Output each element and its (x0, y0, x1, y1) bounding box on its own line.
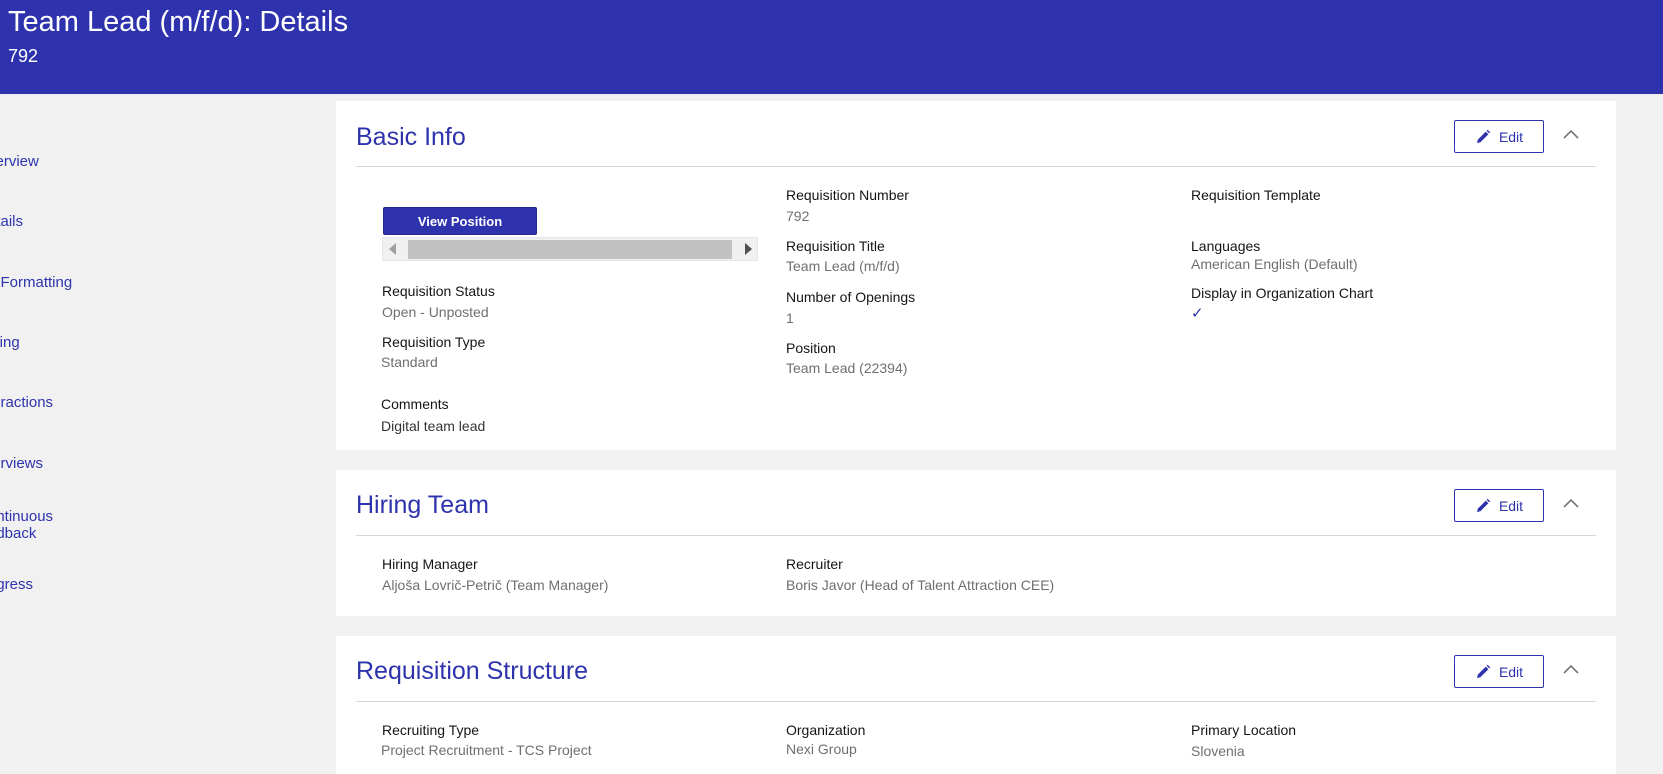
requisition-structure-card: Requisition Structure Edit Recruiting Ty… (336, 636, 1616, 774)
requisition-structure-collapse-button[interactable] (1560, 658, 1582, 680)
basic-info-title: Basic Info (356, 123, 466, 151)
requisition-type-value: Standard (381, 354, 438, 370)
page-title: Team Lead (m/f/d): Details (8, 6, 349, 38)
nav-item-continuous-feedback-line2[interactable]: edback (0, 525, 36, 542)
checkmark-icon: ✓ (1191, 305, 1204, 322)
nav-item-interactions[interactable]: teractions (0, 394, 53, 411)
requisition-number-label: Requisition Number (786, 187, 909, 203)
number-of-openings-label: Number of Openings (786, 289, 916, 305)
page-header: Team Lead (m/f/d): Details 792 (0, 0, 1663, 94)
page-subtitle: 792 (8, 46, 39, 66)
requisition-type-label: Requisition Type (382, 334, 486, 350)
position-label: Position (786, 340, 836, 356)
chevron-up-icon (1563, 664, 1579, 674)
pencil-icon (1476, 664, 1491, 678)
requisition-number-value: 792 (786, 208, 810, 224)
view-position-button[interactable]: View Position (383, 207, 537, 235)
edit-label: Edit (1498, 497, 1524, 514)
hiring-team-collapse-button[interactable] (1560, 492, 1582, 514)
requisition-status-label: Requisition Status (382, 283, 495, 299)
primary-location-value: Slovenia (1191, 743, 1245, 759)
number-of-openings-value: 1 (786, 310, 794, 326)
nav-item-details[interactable]: etails (0, 213, 23, 230)
basic-info-collapse-button[interactable] (1560, 123, 1582, 145)
nav-item-posting[interactable]: sting (0, 334, 20, 351)
basic-info-card: Basic Info Edit View Position Requisitio… (336, 101, 1616, 450)
display-in-org-chart-label: Display in Organization Chart (1191, 285, 1374, 301)
horizontal-scrollbar[interactable] (382, 237, 758, 261)
scroll-left-icon[interactable] (389, 243, 396, 255)
comments-value: Digital team lead (381, 418, 486, 434)
chevron-up-icon (1563, 498, 1579, 508)
recruiting-type-label: Recruiting Type (382, 722, 480, 738)
languages-value: American English (Default) (1191, 256, 1358, 272)
hiring-team-title: Hiring Team (356, 491, 489, 519)
nav-item-interviews[interactable]: terviews (0, 455, 43, 472)
pencil-icon (1476, 129, 1491, 143)
recruiter-label: Recruiter (786, 556, 843, 572)
nav-item-job-formatting[interactable]: b Formatting (0, 274, 72, 291)
hiring-team-card: Hiring Team Edit Hiring Manager Aljoša L… (336, 470, 1616, 616)
pencil-icon (1476, 498, 1491, 512)
hiring-manager-label: Hiring Manager (382, 556, 478, 572)
edit-label: Edit (1498, 663, 1524, 680)
nav-item-overview[interactable]: verview (0, 153, 39, 170)
hiring-manager-value: Aljoša Lovrič-Petrič (Team Manager) (382, 577, 609, 593)
recruiting-type-value: Project Recruitment - TCS Project (381, 742, 592, 758)
side-navigation: verview etails b Formatting sting teract… (0, 94, 320, 774)
primary-location-label: Primary Location (1191, 722, 1297, 738)
scroll-right-icon[interactable] (745, 243, 752, 255)
chevron-up-icon (1563, 129, 1579, 139)
hiring-team-edit-button[interactable]: Edit (1454, 489, 1544, 522)
position-value: Team Lead (22394) (786, 360, 908, 376)
nav-item-continuous-feedback-line1[interactable]: ontinuous (0, 508, 53, 525)
requisition-status-value: Open - Unposted (382, 304, 489, 320)
scrollbar-thumb[interactable] (408, 240, 732, 259)
nav-item-progress[interactable]: ogress (0, 576, 33, 593)
section-divider (356, 701, 1596, 702)
recruiter-value: Boris Javor (Head of Talent Attraction C… (786, 577, 1055, 593)
section-divider (356, 535, 1596, 536)
requisition-structure-title: Requisition Structure (356, 657, 589, 685)
organization-value: Nexi Group (786, 741, 857, 757)
basic-info-edit-button[interactable]: Edit (1454, 120, 1544, 153)
organization-label: Organization (786, 722, 866, 738)
requisition-title-label: Requisition Title (786, 238, 885, 254)
requisition-template-label: Requisition Template (1191, 187, 1321, 203)
languages-label: Languages (1191, 238, 1261, 254)
requisition-structure-edit-button[interactable]: Edit (1454, 655, 1544, 688)
edit-label: Edit (1498, 128, 1524, 145)
comments-label: Comments (381, 396, 449, 412)
requisition-title-value: Team Lead (m/f/d) (786, 258, 900, 274)
section-divider (356, 166, 1596, 167)
